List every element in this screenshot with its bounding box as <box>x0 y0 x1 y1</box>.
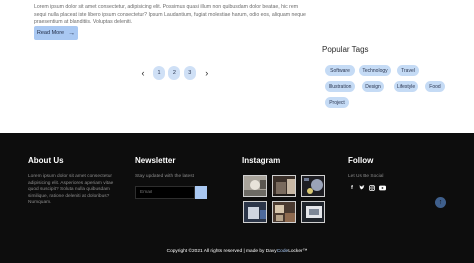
follow-subtitle: Let Us Be Social <box>348 174 384 179</box>
chevron-right-icon[interactable]: › <box>201 66 213 80</box>
read-more-label: Read More <box>36 30 65 36</box>
follow-title: Follow <box>348 156 374 165</box>
instagram-photo-6[interactable] <box>301 201 325 223</box>
tag-illustration[interactable]: Illustration <box>325 81 355 92</box>
pagination: ‹ 1 2 3 › <box>137 66 213 80</box>
newsletter-submit-button[interactable] <box>195 186 207 199</box>
instagram-photo-4[interactable] <box>243 201 267 223</box>
tag-technology[interactable]: Technology <box>359 65 391 76</box>
instagram-title: Instagram <box>242 156 281 165</box>
page-1-button[interactable]: 1 <box>153 66 165 80</box>
page-3-button[interactable]: 3 <box>183 66 196 80</box>
copyright-prefix: Copyright ©2021 All rights reserved | ma… <box>166 249 277 254</box>
newsletter-title: Newsletter <box>135 156 176 165</box>
page-2-button[interactable]: 2 <box>168 66 181 80</box>
youtube-icon[interactable] <box>378 184 386 192</box>
chevron-left-icon[interactable]: ‹ <box>137 66 149 80</box>
arrow-right-icon: → <box>68 29 76 37</box>
copyright-accent: Code <box>276 249 289 254</box>
tag-design[interactable]: Design <box>362 81 384 92</box>
back-to-top-button[interactable]: ↑ <box>435 197 446 208</box>
post-excerpt: Lorem ipsum dolor sit amet consectetur, … <box>34 4 306 26</box>
instagram-icon[interactable] <box>368 184 376 192</box>
about-title: About Us <box>28 156 64 165</box>
instagram-photo-3[interactable] <box>301 175 325 197</box>
instagram-photo-2[interactable] <box>272 175 296 197</box>
read-more-button[interactable]: Read More → <box>34 26 78 40</box>
copyright-suffix: Locker™ <box>288 249 308 254</box>
newsletter-email-input[interactable] <box>135 186 195 199</box>
facebook-icon[interactable]: f <box>348 184 356 192</box>
tag-travel[interactable]: Travel <box>397 65 419 76</box>
about-text: Lorem ipsum dolor sit amet consectetur a… <box>28 174 114 206</box>
popular-tags-title: Popular Tags <box>322 45 369 54</box>
copyright-text: Copyright ©2021 All rights reserved | ma… <box>0 249 474 254</box>
newsletter-subtitle: Stay updated with the latest <box>135 174 194 179</box>
tag-food[interactable]: Food <box>425 81 445 92</box>
blog-content-area: Lorem ipsum dolor sit amet consectetur, … <box>0 0 474 133</box>
twitter-icon[interactable] <box>358 184 366 192</box>
tag-project[interactable]: Project <box>325 97 349 108</box>
instagram-photo-5[interactable] <box>272 201 296 223</box>
instagram-photo-1[interactable] <box>243 175 267 197</box>
arrow-up-icon: ↑ <box>438 199 443 206</box>
tag-lifestyle[interactable]: Lifestyle <box>394 81 418 92</box>
tag-software[interactable]: Software <box>325 65 355 76</box>
